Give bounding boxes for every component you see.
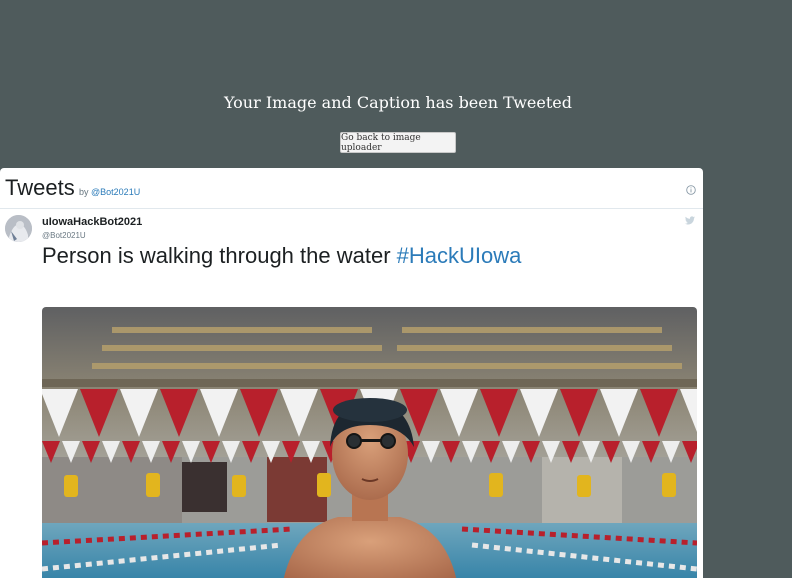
twitter-bird-icon[interactable] [685, 216, 695, 225]
tweet-user-name[interactable]: uIowaHackBot2021 [42, 216, 142, 228]
tweet-photo[interactable] [42, 307, 697, 578]
tweet-text: Person is walking through the water #Hac… [42, 243, 521, 269]
avatar[interactable] [5, 215, 32, 242]
tweeted-headline: Your Image and Caption has been Tweeted [223, 93, 573, 112]
byline-prefix: by [79, 187, 89, 197]
tweet-user-handle[interactable]: @Bot2021U [42, 231, 86, 240]
byline-handle-link[interactable]: @Bot2021U [91, 187, 140, 197]
tweets-widget: Tweets by @Bot2021U uIowaHackBot2021 @Bo… [0, 168, 703, 578]
widget-title: Tweets [5, 175, 75, 200]
info-icon[interactable] [686, 185, 696, 195]
tweet-hashtag-link[interactable]: #HackUIowa [397, 243, 522, 268]
tweet-caption: Person is walking through the water [42, 243, 391, 268]
back-to-uploader-button[interactable]: Go back to image uploader [340, 132, 456, 153]
widget-byline: by @Bot2021U [79, 187, 140, 197]
widget-header: Tweets by @Bot2021U [0, 168, 703, 209]
